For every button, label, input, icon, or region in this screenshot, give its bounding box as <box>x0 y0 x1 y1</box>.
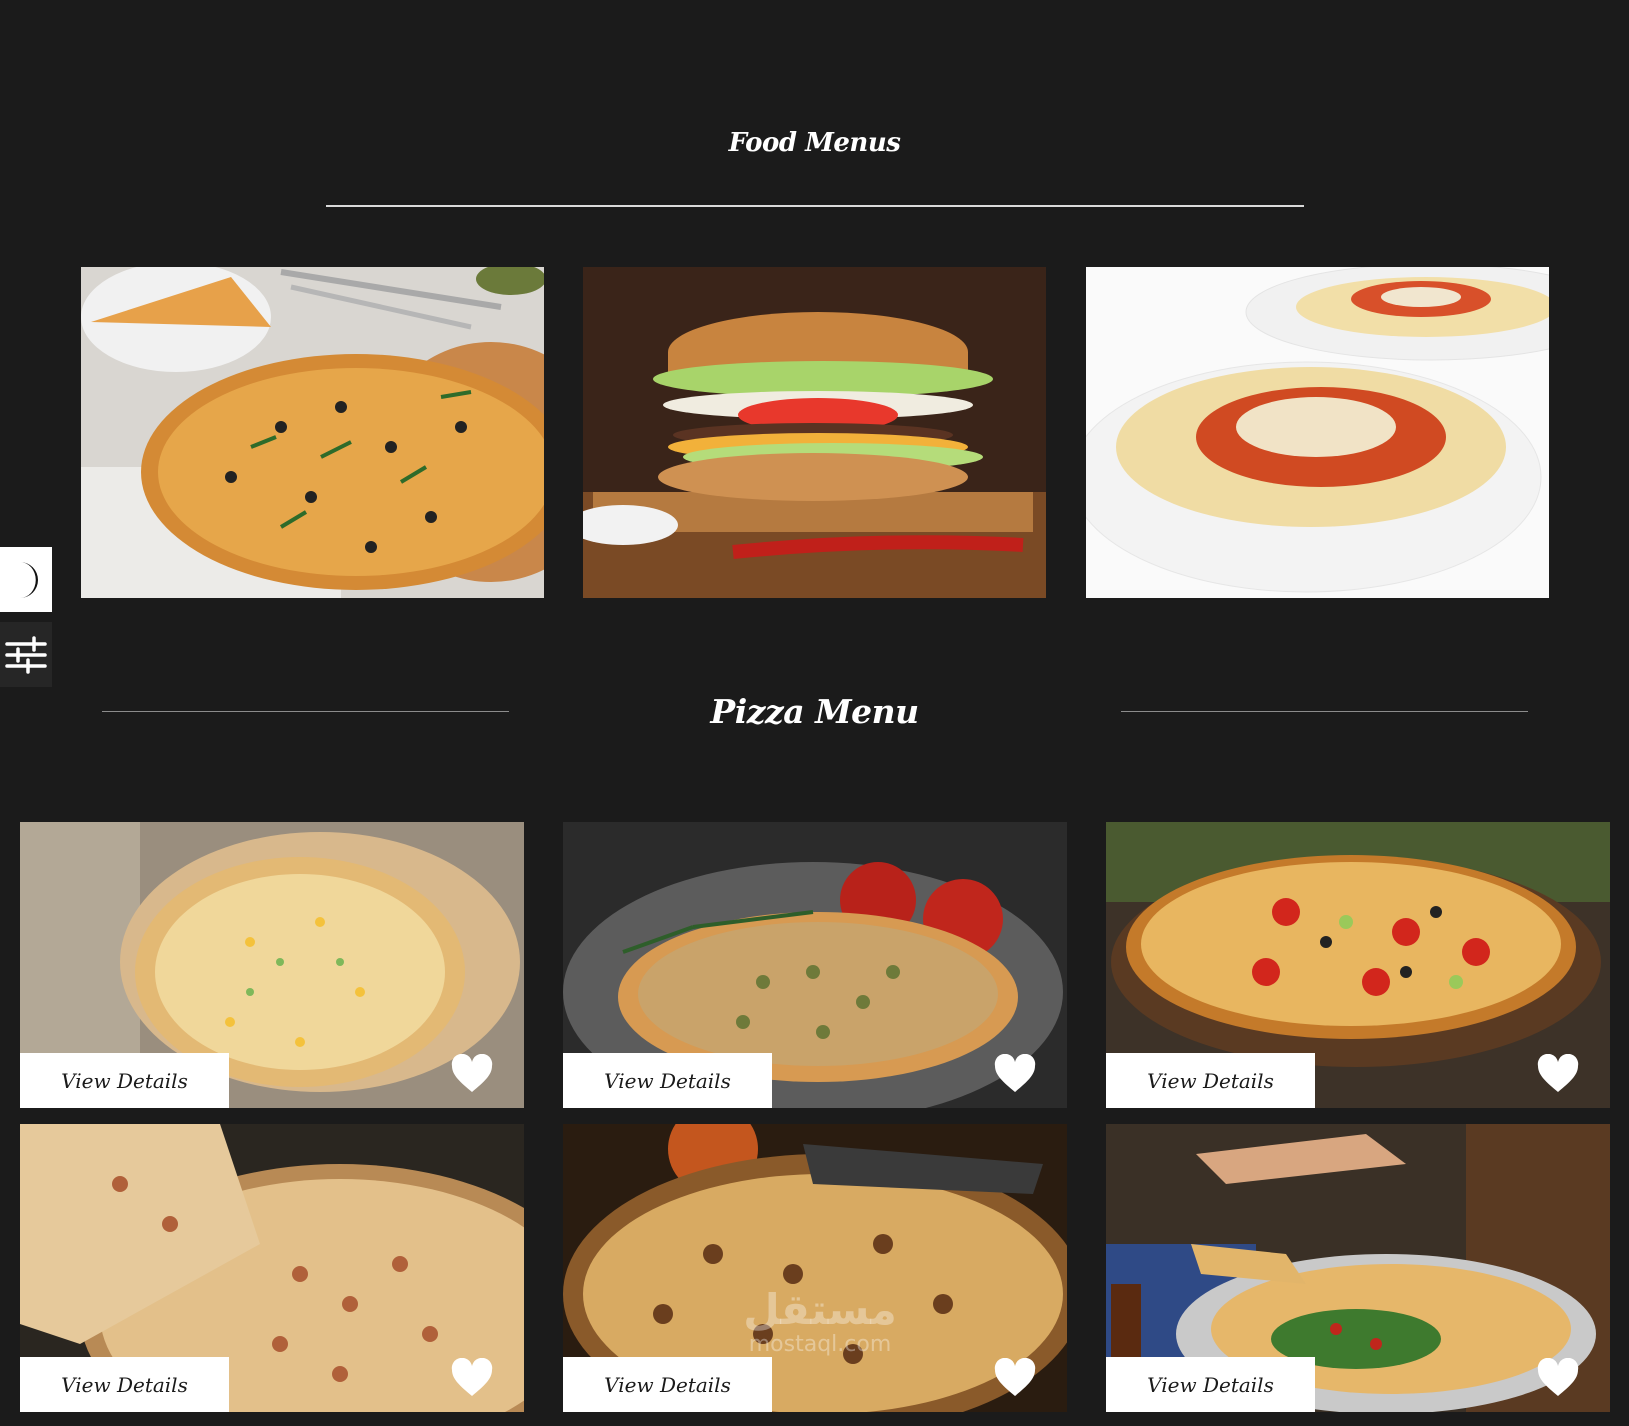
pizza-photo <box>81 267 544 598</box>
view-details-button[interactable]: View Details <box>563 1357 772 1412</box>
food-menus-title: Food Menus <box>728 128 901 158</box>
heart-icon[interactable] <box>450 1054 494 1094</box>
heart-icon[interactable] <box>993 1358 1037 1398</box>
settings-toggle[interactable] <box>0 622 52 687</box>
pizza-card[interactable]: View Details <box>20 1124 524 1412</box>
heart-icon[interactable] <box>993 1054 1037 1094</box>
pizza-card[interactable]: View Details <box>563 822 1067 1108</box>
page: Food Menus Pizza Menu View Details View … <box>0 0 1629 1426</box>
food-menus-divider <box>326 205 1304 207</box>
pizza-menu-divider-right <box>1121 711 1528 712</box>
heart-icon[interactable] <box>1536 1054 1580 1094</box>
moon-icon <box>20 561 38 598</box>
pizza-card[interactable]: View Details <box>563 1124 1067 1412</box>
food-image-pizza[interactable] <box>81 267 544 598</box>
food-image-spaghetti[interactable] <box>1086 267 1549 598</box>
watermark-arabic: مستقل <box>743 1285 897 1334</box>
heart-icon[interactable] <box>1536 1358 1580 1398</box>
burger-photo <box>583 267 1046 598</box>
view-details-button[interactable]: View Details <box>563 1053 772 1108</box>
sliders-icon <box>5 635 47 674</box>
pizza-card[interactable]: View Details <box>1106 1124 1610 1412</box>
food-image-burger[interactable] <box>583 267 1046 598</box>
heart-icon[interactable] <box>450 1358 494 1398</box>
spaghetti-photo <box>1086 267 1549 598</box>
watermark: مستقل mostaql.com <box>700 1288 940 1358</box>
view-details-button[interactable]: View Details <box>20 1357 229 1412</box>
pizza-card[interactable]: View Details <box>1106 822 1610 1108</box>
view-details-button[interactable]: View Details <box>20 1053 229 1108</box>
pizza-card[interactable]: View Details <box>20 822 524 1108</box>
watermark-latin: mostaql.com <box>748 1332 892 1357</box>
view-details-button[interactable]: View Details <box>1106 1053 1315 1108</box>
dark-mode-toggle[interactable] <box>0 547 52 612</box>
view-details-button[interactable]: View Details <box>1106 1357 1315 1412</box>
